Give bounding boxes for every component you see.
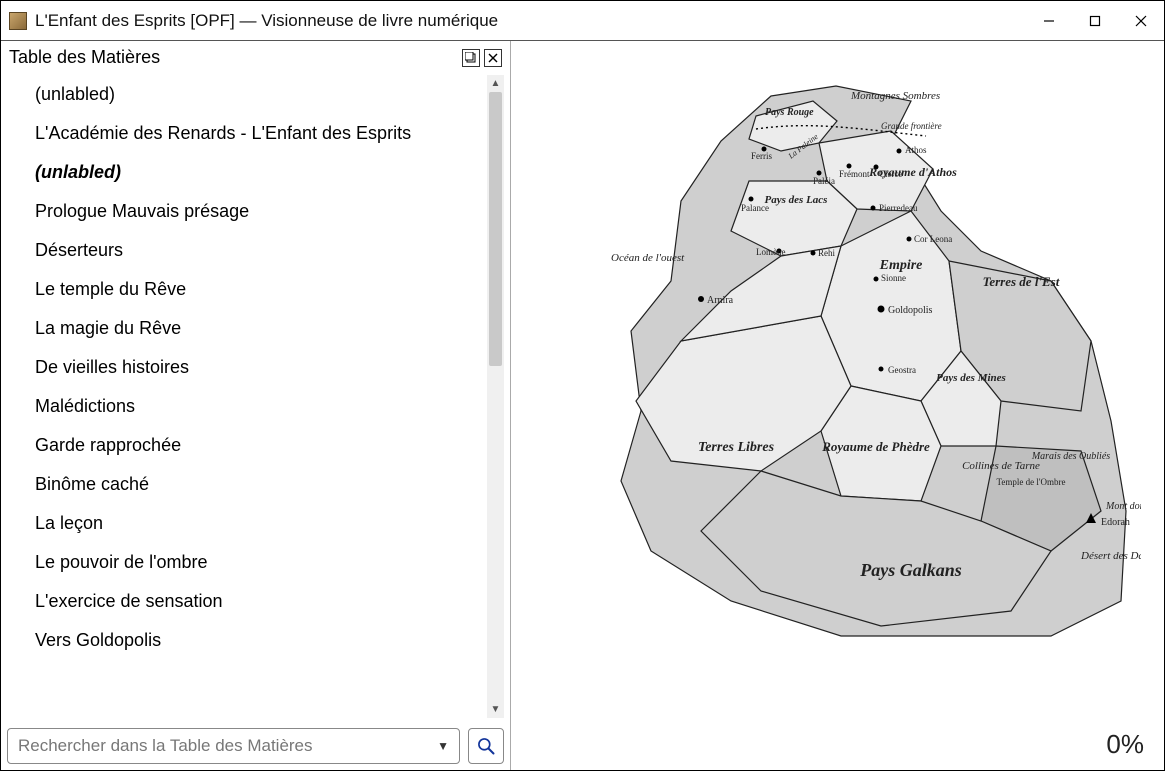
svg-text:Lomène: Lomène xyxy=(756,247,786,257)
map-label-lacs: Pays des Lacs xyxy=(765,194,828,206)
map-label-frontiere: Grande frontière xyxy=(881,121,942,131)
toc-item[interactable]: Le pouvoir de l'ombre xyxy=(35,543,486,582)
reading-progress: 0% xyxy=(1106,729,1144,760)
chevron-down-icon[interactable]: ▼ xyxy=(431,739,455,753)
toc-search-button[interactable] xyxy=(468,728,504,764)
svg-text:Frémont: Frémont xyxy=(839,169,870,179)
toc-item[interactable]: Binôme caché xyxy=(35,465,486,504)
toc-item[interactable]: La magie du Rêve xyxy=(35,309,486,348)
map-label-empire: Empire xyxy=(879,258,923,273)
map-label-desert: Désert des Damnés xyxy=(1080,550,1141,562)
svg-text:Edorah: Edorah xyxy=(1101,517,1130,528)
toc-item[interactable]: Déserteurs xyxy=(35,231,486,270)
toc-search-input[interactable]: Rechercher dans la Table des Matières ▼ xyxy=(7,728,460,764)
toc-item[interactable]: De vieilles histoires xyxy=(35,348,486,387)
close-button[interactable] xyxy=(1118,1,1164,41)
app-body: Table des Matières (unlabled)L'Académie … xyxy=(1,41,1164,770)
maximize-button[interactable] xyxy=(1072,1,1118,41)
toc-item[interactable]: L'Académie des Renards - L'Enfant des Es… xyxy=(35,114,486,153)
map-label-marais: Marais des Oubliés xyxy=(1031,451,1110,462)
toc-scroll: (unlabled)L'Académie des Renards - L'Enf… xyxy=(7,74,504,718)
map-label-mines: Pays des Mines xyxy=(936,372,1006,384)
close-icon xyxy=(1135,15,1147,27)
toc-title: Table des Matières xyxy=(9,47,160,68)
map-label-pays-rouge: Pays Rouge xyxy=(765,107,814,118)
map-label-galkans: Pays Galkans xyxy=(859,560,962,580)
map-label-tarne: Collines de Tarne xyxy=(962,460,1040,472)
window-controls xyxy=(1026,1,1164,41)
svg-text:Paléia: Paléia xyxy=(813,176,835,186)
toc-item[interactable]: Prologue Mauvais présage xyxy=(35,192,486,231)
window-title: L'Enfant des Esprits [OPF] — Visionneuse… xyxy=(35,11,498,31)
toc-item[interactable]: (unlabled) xyxy=(35,75,486,114)
svg-text:Palance: Palance xyxy=(741,203,769,213)
toc-search-placeholder: Rechercher dans la Table des Matières xyxy=(18,736,313,756)
svg-text:Pierredeau: Pierredeau xyxy=(879,203,918,213)
scroll-up-icon[interactable]: ▲ xyxy=(487,75,504,92)
map-label-montdore: Mont doré xyxy=(1105,501,1141,512)
minimize-button[interactable] xyxy=(1026,1,1072,41)
toc-item[interactable]: Vers Goldopolis xyxy=(35,621,486,660)
close-panel-icon xyxy=(487,52,499,64)
svg-text:Cor Leona: Cor Leona xyxy=(914,234,952,244)
svg-text:Athos: Athos xyxy=(905,145,927,155)
search-icon xyxy=(476,736,496,756)
svg-text:Sionne: Sionne xyxy=(881,273,906,283)
close-panel-button[interactable] xyxy=(484,49,502,67)
toc-item[interactable]: Malédictions xyxy=(35,387,486,426)
maximize-icon xyxy=(1089,15,1101,27)
toc-item[interactable]: Le temple du Rêve xyxy=(35,270,486,309)
content-pane[interactable]: Océan de l'ouest Pays Rouge Montagnes So… xyxy=(511,41,1164,770)
toc-scrollbar[interactable]: ▲ ▼ xyxy=(487,75,504,718)
toc-header: Table des Matières xyxy=(7,45,504,74)
book-icon xyxy=(9,12,27,30)
scrollbar-track[interactable] xyxy=(487,92,504,701)
svg-text:Clerce: Clerce xyxy=(879,169,902,179)
svg-text:Goldopolis: Goldopolis xyxy=(888,305,933,316)
toc-item[interactable]: Garde rapprochée xyxy=(35,426,486,465)
toc-item[interactable]: L'exercice de sensation xyxy=(35,582,486,621)
minimize-icon xyxy=(1043,15,1055,27)
toc-sidebar: Table des Matières (unlabled)L'Académie … xyxy=(1,41,511,770)
scrollbar-thumb[interactable] xyxy=(489,92,502,366)
book-map: Océan de l'ouest Pays Rouge Montagnes So… xyxy=(581,81,1141,641)
toc-item[interactable]: (unlabled) xyxy=(35,153,486,192)
toc-search-row: Rechercher dans la Table des Matières ▼ xyxy=(7,718,504,764)
svg-text:Geostra: Geostra xyxy=(888,365,916,375)
map-label-montagnes: Montagnes Sombres xyxy=(850,90,940,102)
map-label-est: Terres de l'Est xyxy=(983,274,1060,289)
map-label-ocean: Océan de l'ouest xyxy=(611,252,685,264)
toc-list: (unlabled)L'Académie des Renards - L'Enf… xyxy=(7,75,486,718)
svg-text:Rehi: Rehi xyxy=(818,248,835,258)
restore-panel-icon xyxy=(465,52,477,64)
scroll-down-icon[interactable]: ▼ xyxy=(487,701,504,718)
svg-text:Ferris: Ferris xyxy=(751,151,772,161)
restore-panel-button[interactable] xyxy=(462,49,480,67)
map-label-temple: Temple de l'Ombre xyxy=(997,477,1066,487)
map-label-libres: Terres Libres xyxy=(698,440,775,455)
toc-item[interactable]: La leçon xyxy=(35,504,486,543)
svg-text:Arnira: Arnira xyxy=(707,295,734,306)
map-label-phedre: Royaume de Phèdre xyxy=(821,439,930,454)
titlebar: L'Enfant des Esprits [OPF] — Visionneuse… xyxy=(1,1,1164,41)
